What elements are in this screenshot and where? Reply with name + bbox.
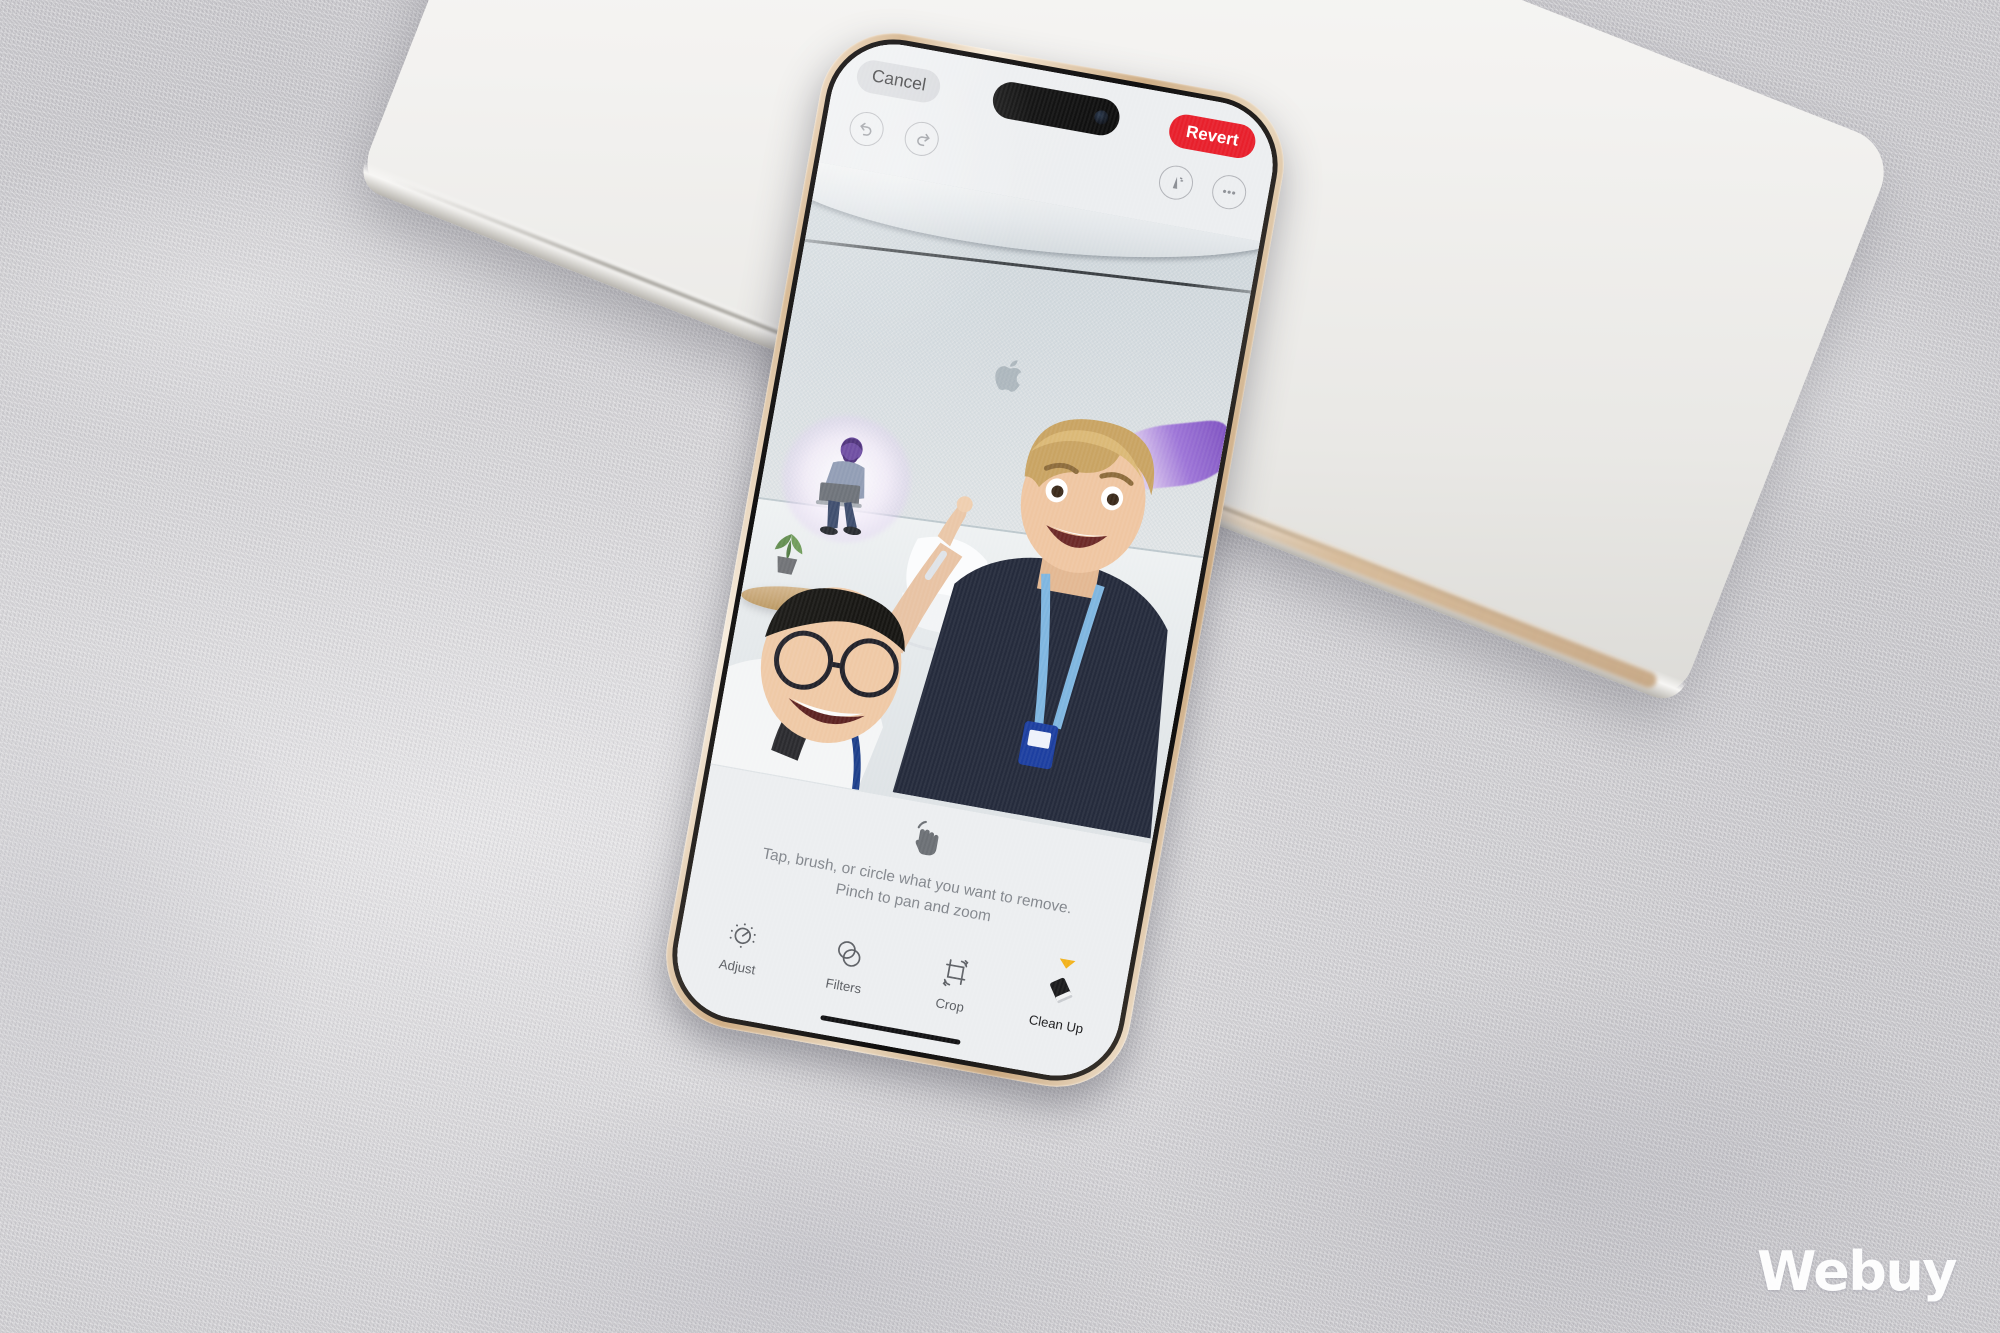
scene-root: Cancel Revert Tap, brush, or circle what… <box>0 0 2000 1333</box>
editor-topbar-actions <box>1156 162 1249 212</box>
more-options-icon[interactable] <box>1209 172 1249 212</box>
magic-wand-icon[interactable] <box>1156 162 1196 203</box>
undo-icon[interactable] <box>846 109 887 149</box>
dynamic-island <box>989 79 1123 139</box>
webuy-watermark: Webuy <box>1756 1240 1958 1303</box>
front-camera-icon <box>1093 108 1110 126</box>
tool-clean-up[interactable]: Clean Up <box>1018 958 1102 1038</box>
tool-adjust[interactable]: Adjust <box>699 909 782 981</box>
crop-rotate-icon <box>916 947 996 999</box>
adjust-dial-icon <box>703 909 783 961</box>
undo-redo-group <box>846 109 942 159</box>
tool-filters[interactable]: Filters <box>806 928 889 1000</box>
eraser-icon <box>1022 966 1102 1018</box>
redo-icon[interactable] <box>901 119 942 159</box>
revert-button[interactable]: Revert <box>1166 111 1259 161</box>
cancel-button[interactable]: Cancel <box>854 57 944 105</box>
filters-circles-icon <box>809 928 889 980</box>
photo-canvas[interactable] <box>710 162 1260 844</box>
tool-selected-indicator <box>1058 958 1076 971</box>
tool-crop[interactable]: Crop <box>912 947 995 1019</box>
tap-hand-icon <box>915 820 939 855</box>
